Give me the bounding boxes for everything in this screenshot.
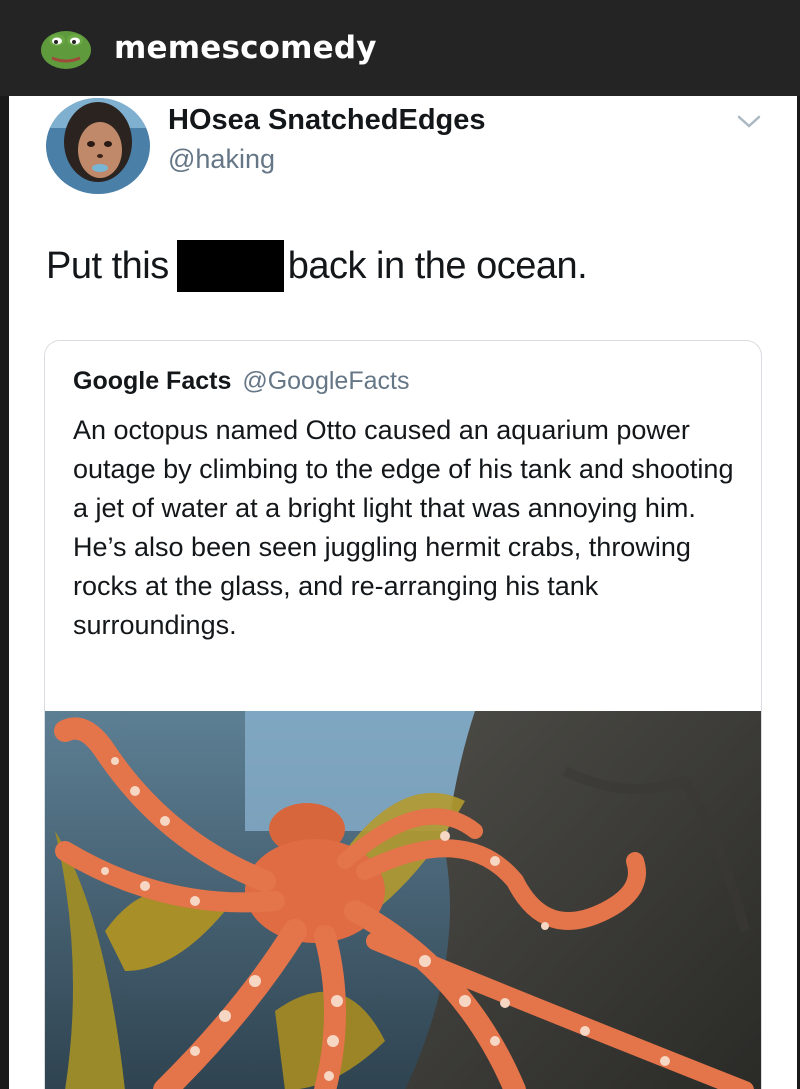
quoted-tweet-text: An octopus named Otto caused an aquarium… [73, 415, 734, 640]
quoted-display-name[interactable]: Google Facts [73, 367, 231, 395]
tweet-text-before: Put this [46, 244, 169, 287]
profile-photo-icon [46, 98, 150, 194]
user-avatar[interactable] [46, 98, 150, 194]
tweet-text: Put this back in the ocean. [46, 240, 588, 292]
app-header: memescomedy [0, 0, 800, 96]
quoted-tweet-header: Google Facts @GoogleFacts [73, 367, 409, 396]
chevron-down-icon[interactable] [734, 112, 764, 132]
quoted-tweet-card[interactable]: Google Facts @GoogleFacts An octopus nam… [44, 340, 762, 1089]
author-handle[interactable]: @haking [168, 144, 275, 175]
tweet-text-after: back in the ocean. [287, 244, 588, 287]
author-display-name[interactable]: HOsea SnatchedEdges [168, 104, 486, 137]
octopus-photo[interactable] [45, 711, 761, 1089]
frog-avatar-icon[interactable] [40, 26, 92, 70]
quoted-handle[interactable]: @GoogleFacts [242, 367, 409, 395]
redaction-box [176, 240, 284, 292]
left-edge [0, 96, 9, 1089]
channel-name[interactable]: memescomedy [114, 30, 377, 66]
